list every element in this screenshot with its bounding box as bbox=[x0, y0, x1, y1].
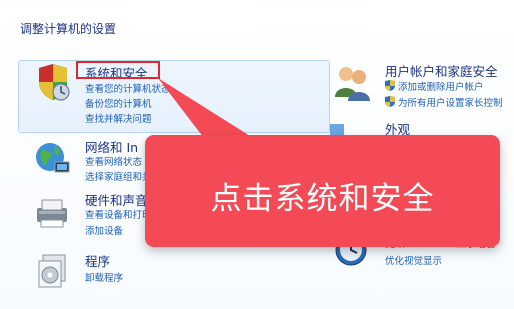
callout-text: 点击系统和安全 bbox=[210, 181, 435, 217]
programs-title[interactable]: 程序 bbox=[85, 251, 110, 270]
highlight-box bbox=[76, 61, 160, 79]
parental-controls-label: 为所有用户设置家长控制 bbox=[398, 98, 503, 109]
user-accounts-title[interactable]: 用户帐户和家庭安全 bbox=[385, 61, 498, 80]
uac-shield-icon bbox=[385, 96, 395, 107]
add-remove-accounts-label: 添加或删除用户帐户 bbox=[398, 82, 484, 93]
add-remove-accounts-link[interactable]: 添加或删除用户帐户 bbox=[385, 79, 484, 93]
programs-icon bbox=[38, 254, 66, 288]
add-device-link[interactable]: 添加设备 bbox=[85, 223, 123, 237]
page-title: 调整计算机的设置 bbox=[20, 22, 117, 36]
users-icon bbox=[335, 67, 370, 101]
uninstall-program-link[interactable]: 卸载程序 bbox=[85, 270, 123, 284]
view-computer-status-link[interactable]: 查看您的计算机状态 bbox=[85, 81, 171, 95]
parental-controls-link[interactable]: 为所有用户设置家长控制 bbox=[385, 95, 503, 109]
backup-computer-link[interactable]: 备份您的计算机 bbox=[85, 96, 152, 110]
optimize-visual-link[interactable]: 优化视觉显示 bbox=[385, 253, 442, 267]
printer-icon bbox=[37, 199, 67, 228]
shield-icon bbox=[39, 64, 70, 101]
instruction-callout: 点击系统和安全 bbox=[145, 135, 500, 247]
uac-shield-icon bbox=[385, 80, 395, 91]
view-network-status-link[interactable]: 查看网络状态 bbox=[85, 154, 142, 168]
find-fix-problems-link[interactable]: 查找并解决问题 bbox=[85, 111, 152, 125]
globe-network-icon bbox=[36, 143, 70, 173]
